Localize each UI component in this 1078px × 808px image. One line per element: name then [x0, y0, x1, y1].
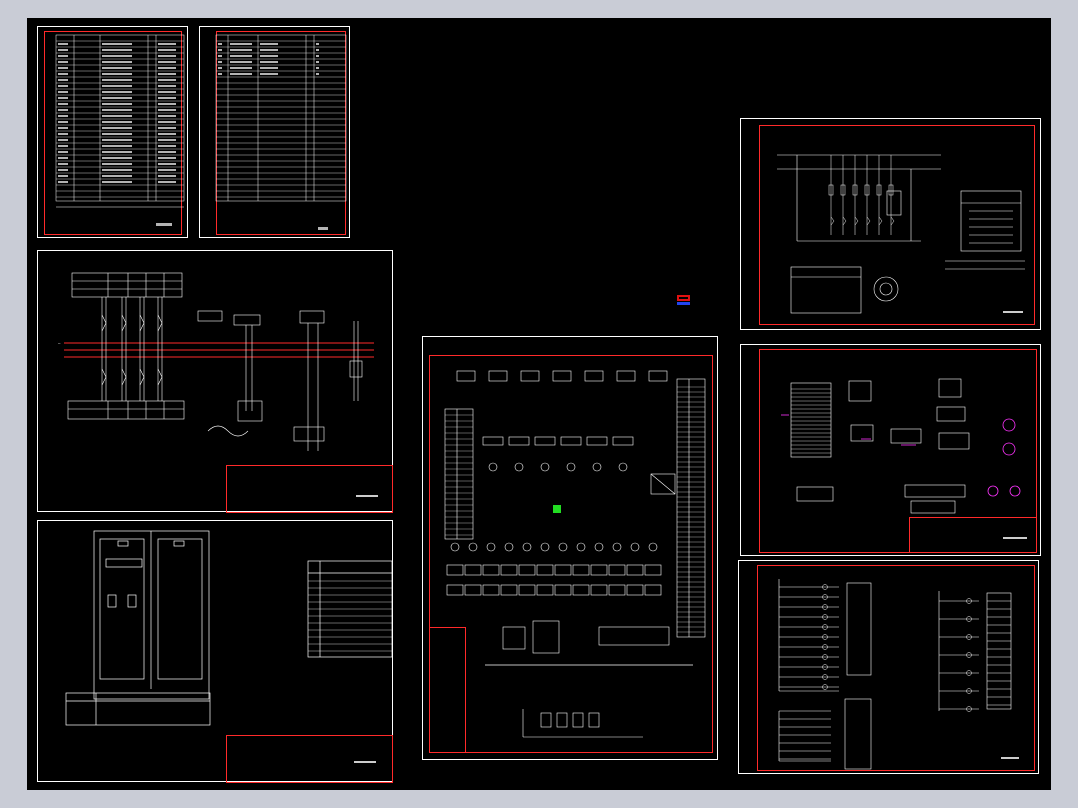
- terminal-diagram-sheet[interactable]: [740, 344, 1041, 556]
- parts-list-table: [55, 34, 185, 226]
- cabinet-layout-diagram: [65, 530, 393, 763]
- control-circuit-diagram-2: [778, 579, 1019, 770]
- panel-wiring-sheet[interactable]: [422, 336, 718, 760]
- parts-list-sheet-1[interactable]: [37, 26, 188, 238]
- drawing-canvas[interactable]: —: [27, 18, 1051, 790]
- panel-wiring-diagram: [444, 370, 706, 738]
- svg-text:—: —: [58, 341, 61, 346]
- parts-list-sheet-2[interactable]: [199, 26, 350, 238]
- control-circuit-sheet-1[interactable]: [740, 118, 1041, 330]
- parts-list-table: [215, 34, 347, 230]
- cad-logo-icon: [677, 295, 690, 305]
- main-circuit-sheet[interactable]: —: [37, 250, 393, 513]
- terminal-diagram: [781, 378, 1027, 539]
- control-circuit-diagram: [777, 154, 1025, 314]
- main-circuit-diagram: —: [58, 272, 378, 497]
- cabinet-layout-sheet[interactable]: [37, 520, 393, 783]
- control-circuit-sheet-2[interactable]: [738, 560, 1039, 774]
